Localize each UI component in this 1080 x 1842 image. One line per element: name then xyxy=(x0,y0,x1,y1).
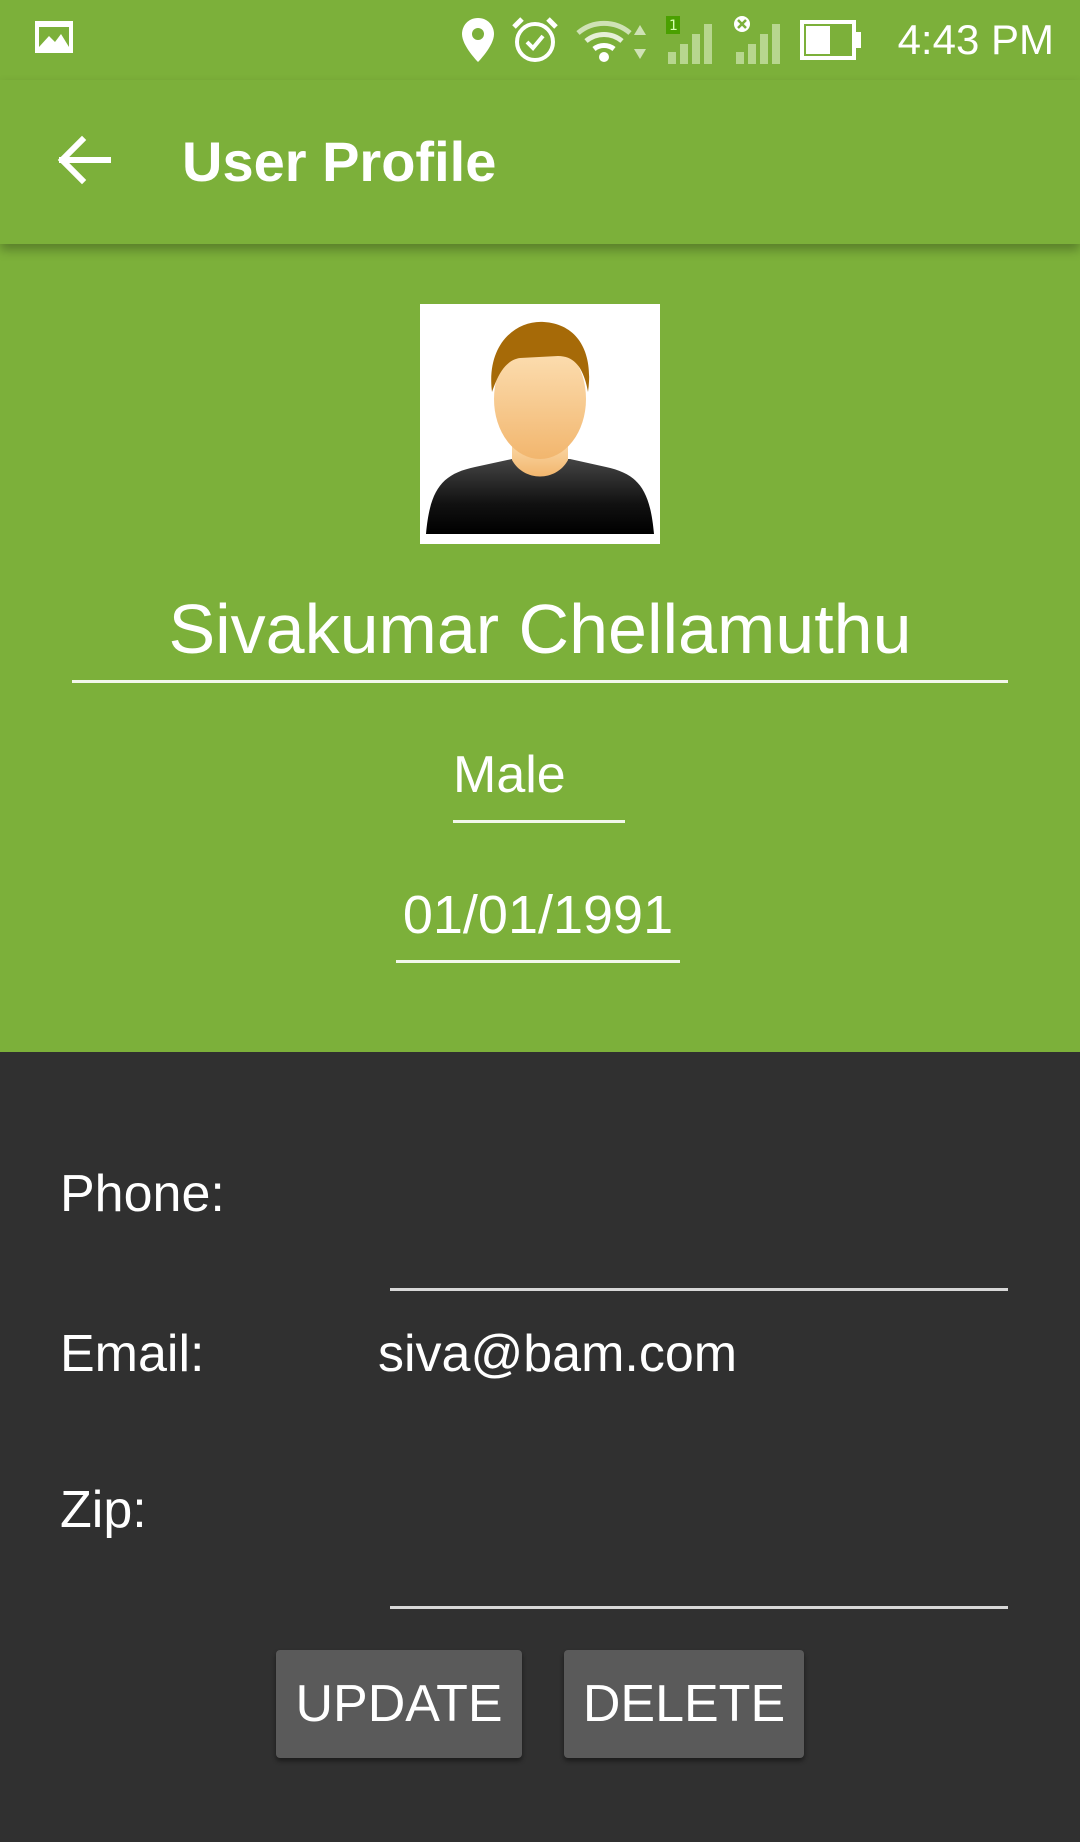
zip-field[interactable] xyxy=(390,1542,1008,1609)
gender-field[interactable]: Male xyxy=(453,744,625,823)
signal-sim1-icon: 1 xyxy=(666,16,712,64)
phone-field[interactable] xyxy=(390,1224,1008,1291)
status-bar: 1 4:43 PM xyxy=(0,0,1080,80)
update-button[interactable]: UPDATE xyxy=(276,1650,522,1758)
location-icon xyxy=(462,18,494,62)
status-icons: 1 xyxy=(460,12,862,68)
wifi-icon xyxy=(576,20,646,62)
profile-header: Sivakumar Chellamuthu Male 01/01/1991 xyxy=(0,244,1080,1052)
gallery-icon xyxy=(35,21,73,53)
delete-button[interactable]: DELETE xyxy=(564,1650,804,1758)
person-avatar-icon[interactable] xyxy=(420,304,660,544)
contact-form: Phone: Email: siva@bam.com Zip: xyxy=(0,1052,1080,1842)
status-time: 4:43 PM xyxy=(897,16,1054,63)
dob-field[interactable]: 01/01/1991 xyxy=(396,884,680,963)
arrow-back-icon[interactable] xyxy=(52,128,116,192)
svg-text:1: 1 xyxy=(669,18,678,34)
battery-icon xyxy=(800,20,861,60)
phone-label: Phone: xyxy=(60,1165,225,1223)
email-value[interactable]: siva@bam.com xyxy=(378,1324,737,1384)
name-field[interactable]: Sivakumar Chellamuthu xyxy=(72,582,1008,683)
app-bar: User Profile xyxy=(0,80,1080,244)
email-label: Email: xyxy=(60,1325,205,1383)
page-title: User Profile xyxy=(182,130,497,193)
alarm-icon xyxy=(512,17,558,62)
zip-label: Zip: xyxy=(60,1481,147,1539)
signal-sim2-no-service-icon xyxy=(734,16,780,64)
